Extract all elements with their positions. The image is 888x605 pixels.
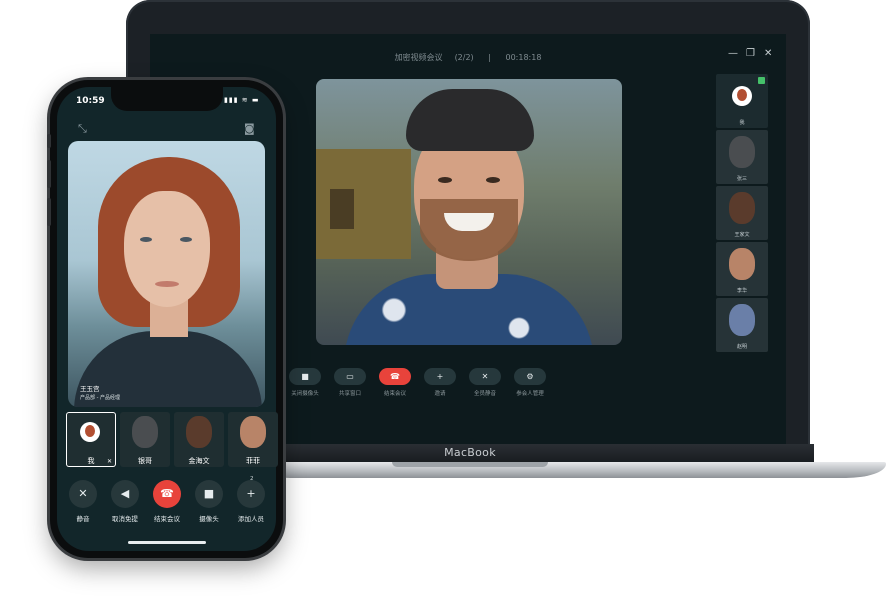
restore-button[interactable]: ❐	[746, 48, 755, 59]
toolbar-button[interactable]: ☎ 结束会议	[370, 368, 420, 397]
participant-thumbnail[interactable]: 张三	[716, 130, 768, 184]
speaker-lips	[155, 281, 179, 287]
toolbar-icon: ■	[289, 368, 321, 385]
main-video-feed[interactable]	[316, 79, 622, 345]
toolbar-button[interactable]: ✕ 全员静音	[460, 368, 510, 397]
avatar	[732, 86, 752, 106]
speaker-cap	[406, 89, 534, 151]
title-separator: |	[488, 53, 491, 62]
participant-thumbnail[interactable]: 王家文	[716, 186, 768, 240]
laptop-notch	[392, 462, 548, 467]
phone-notch	[111, 87, 223, 111]
call-control-button[interactable]: ◀ 取消免提	[104, 480, 146, 523]
toolbar-label: 关闭摄像头	[291, 391, 319, 397]
participant-photo	[729, 248, 755, 280]
switch-camera-icon[interactable]: ◙	[244, 122, 255, 135]
participant-name: 银哥	[138, 457, 152, 465]
participant-name: 菲菲	[246, 457, 260, 465]
participant-photo	[729, 304, 755, 336]
control-label: 添加人员	[238, 515, 264, 523]
background-door	[330, 189, 354, 229]
toolbar-icon: ▭	[334, 368, 366, 385]
speaker-role: 产品部 - 产品经理	[80, 395, 120, 401]
toolbar-icon: ⚙	[514, 368, 546, 385]
minimize-button[interactable]: —	[728, 48, 738, 59]
toolbar-icon: ✕	[469, 368, 501, 385]
speaker-name: 王玉宫	[80, 385, 100, 393]
control-icon: ◀	[111, 480, 139, 508]
call-control-button[interactable]: +2 添加人员	[230, 476, 272, 523]
toolbar-label: 结束会议	[383, 391, 406, 397]
close-button[interactable]: ✕	[764, 48, 772, 59]
avatar	[80, 422, 100, 442]
participant-count: (2/2)	[454, 53, 474, 62]
participant-name: 赵明	[736, 344, 747, 350]
laptop-base	[250, 462, 886, 478]
participant-photo	[240, 416, 266, 448]
call-control-button[interactable]: ■ 摄像头	[188, 480, 230, 523]
phone-main-video[interactable]	[68, 141, 265, 407]
toolbar-button[interactable]: + 邀请	[415, 368, 465, 397]
toolbar-button[interactable]: ⚙ 参会人管理	[505, 368, 555, 397]
participant-photo	[729, 192, 755, 224]
meeting-timer: 00:18:18	[505, 53, 542, 62]
status-time: 10:59	[76, 96, 105, 106]
phone-call-controls: ✕ 静音 ◀ 取消免提 ☎ 结束会议 ■ 摄像头 +2 添加人员	[62, 476, 274, 528]
phone-mute-switch	[47, 134, 51, 148]
window-title-bar: 加密视频会议 (2/2) | 00:18:18	[150, 52, 786, 63]
phone-volume-down	[47, 198, 51, 226]
phone-volume-up	[47, 160, 51, 188]
phone-participant-tile[interactable]: 金海文	[174, 412, 224, 467]
control-label: 摄像头	[199, 515, 219, 523]
participant-name: 我	[87, 457, 95, 465]
toolbar-label: 邀请	[434, 391, 446, 397]
count-badge: 2	[250, 476, 254, 482]
phone-participant-tile[interactable]: 银哥	[120, 412, 170, 467]
phone-participant-tile[interactable]: 菲菲	[228, 412, 278, 467]
participant-thumbnail[interactable]: 赵明	[716, 298, 768, 352]
phone-participant-tile[interactable]: ✕ 我	[66, 412, 116, 467]
speaker-face	[124, 191, 210, 307]
home-indicator	[128, 541, 206, 544]
end-call-icon: ☎	[379, 368, 411, 385]
participant-photo	[729, 136, 755, 168]
toolbar-label: 共享窗口	[338, 391, 361, 397]
end-call-icon: ☎	[153, 480, 181, 508]
toolbar-label: 全员静音	[473, 391, 496, 397]
mic-on-icon	[758, 77, 765, 84]
status-icons: ▮▮▮ ≋ ▬	[224, 96, 260, 104]
toolbar-label: 参会人管理	[516, 391, 544, 397]
participant-thumbnail-column: 我张三王家文李华赵明	[716, 74, 768, 354]
speaker-eye-left	[140, 237, 152, 242]
participant-thumbnail[interactable]: 我	[716, 74, 768, 128]
control-icon: +	[237, 480, 265, 508]
meeting-title: 加密视频会议	[394, 53, 443, 62]
control-icon: ✕	[69, 480, 97, 508]
participant-name: 金海文	[188, 457, 210, 465]
speaker-eye-right	[486, 177, 500, 183]
participant-name: 王家文	[734, 232, 750, 238]
control-label: 取消免提	[112, 515, 138, 523]
call-control-button[interactable]: ☎ 结束会议	[146, 480, 188, 523]
participant-photo	[186, 416, 212, 448]
participant-photo	[132, 416, 158, 448]
speaker-eye-right	[180, 237, 192, 242]
toolbar-icon: +	[424, 368, 456, 385]
minimize-window-icon[interactable]: ⤡	[78, 122, 87, 136]
participant-name: 李华	[736, 288, 747, 294]
phone-participant-strip: ✕ 我银哥 金海文 菲菲	[66, 412, 278, 468]
participant-thumbnail[interactable]: 李华	[716, 242, 768, 296]
call-control-button[interactable]: ✕ 静音	[62, 480, 104, 523]
control-icon: ■	[195, 480, 223, 508]
meeting-toolbar: ■ 关闭摄像头 ▭ 共享窗口 ☎ 结束会议 + 邀请 ✕ 全员静音 ⚙ 参会人管理	[280, 368, 710, 408]
control-label: 静音	[76, 515, 90, 523]
laptop-brand-label: MacBook	[444, 446, 496, 459]
speaker-eye-left	[438, 177, 452, 183]
participant-name: 张三	[736, 176, 747, 182]
participant-name: 我	[739, 120, 745, 126]
control-label: 结束会议	[154, 515, 180, 523]
toolbar-button[interactable]: ■ 关闭摄像头	[280, 368, 330, 397]
toolbar-button[interactable]: ▭ 共享窗口	[325, 368, 375, 397]
